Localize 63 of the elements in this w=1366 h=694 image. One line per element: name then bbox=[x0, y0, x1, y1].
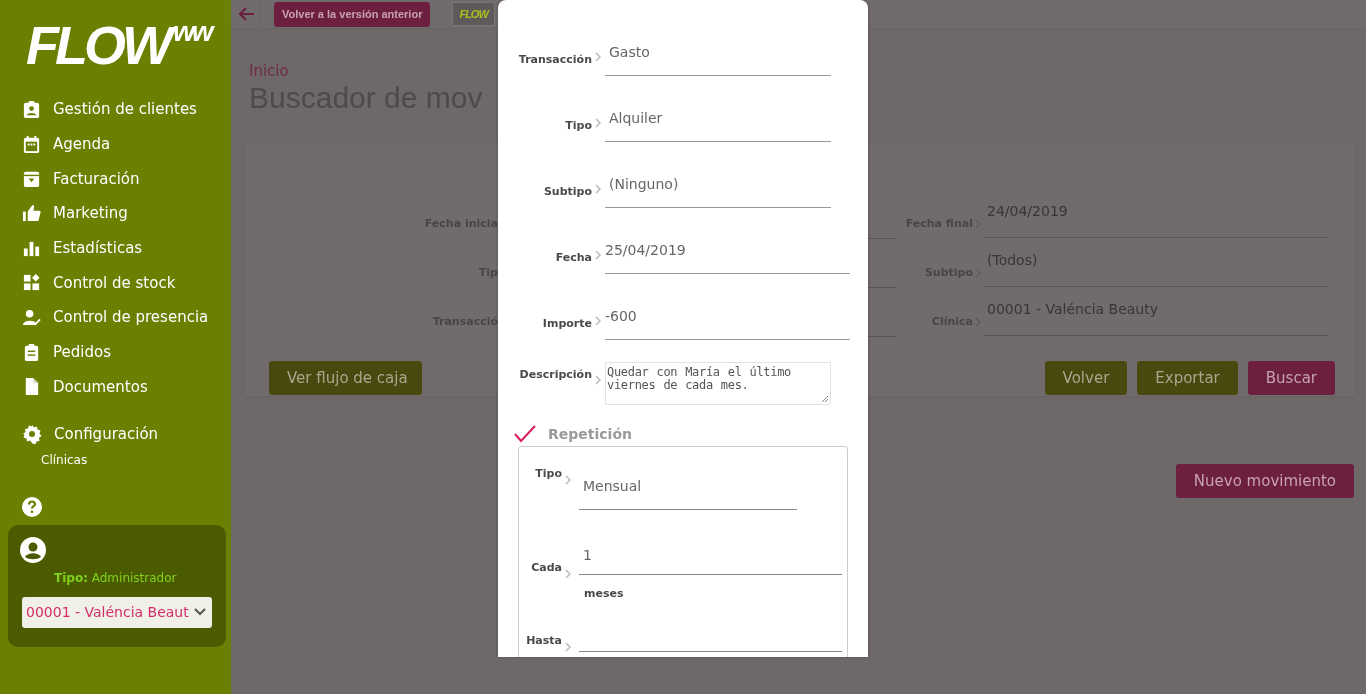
gear-icon bbox=[22, 423, 42, 444]
action-button[interactable]: Exportar bbox=[1137, 361, 1238, 395]
menu-item[interactable]: Gestión de clientes bbox=[0, 92, 231, 127]
menu-item[interactable]: Estadísticas bbox=[0, 230, 231, 266]
field-label: Subtipo bbox=[542, 185, 592, 200]
user-role: Tipo: Administrador bbox=[54, 570, 178, 585]
submenu-item[interactable]: Clínicas bbox=[0, 452, 231, 467]
chevron-down-icon bbox=[194, 608, 206, 617]
field-label: Fecha bbox=[554, 251, 592, 266]
action-button[interactable]: Ver flujo de caja bbox=[269, 361, 422, 395]
back-arrow-icon bbox=[239, 7, 255, 21]
chevron-right-icon bbox=[595, 250, 601, 260]
clipboard-icon bbox=[22, 342, 41, 362]
inbox-icon bbox=[22, 169, 41, 189]
field-label: Descripción bbox=[518, 367, 592, 381]
action-button[interactable]: Volver bbox=[1044, 361, 1128, 395]
input-field[interactable]: (Ninguno) bbox=[605, 174, 831, 208]
previous-version-button[interactable]: Volver a la versión anterior bbox=[274, 1, 431, 27]
checkbox-label: Repetición bbox=[548, 426, 632, 442]
input-field[interactable]: Gasto bbox=[605, 42, 831, 76]
input-field[interactable]: (Todos) bbox=[983, 239, 1328, 287]
user-icon bbox=[20, 536, 46, 563]
unit-label: meses bbox=[584, 587, 625, 600]
person-check-icon bbox=[22, 307, 41, 327]
action-button[interactable]: Nuevo movimiento bbox=[1175, 464, 1354, 498]
chevron-right-icon bbox=[595, 52, 601, 62]
resize-grip-icon bbox=[821, 395, 829, 403]
logo-thumbnail[interactable]: FLOW bbox=[452, 2, 495, 26]
menu-item[interactable]: Marketing bbox=[0, 196, 231, 231]
widgets-icon bbox=[22, 273, 41, 293]
menu-item[interactable]: Pedidos bbox=[0, 334, 231, 370]
field-label: Tipo bbox=[534, 466, 562, 480]
calendar-icon bbox=[22, 134, 41, 154]
menu-item[interactable]: Control de presencia bbox=[0, 300, 231, 335]
badge-icon bbox=[22, 99, 41, 119]
input-field[interactable]: 24/04/2019 bbox=[983, 190, 1328, 238]
menu-item[interactable]: Agenda bbox=[0, 126, 231, 162]
field-label: Tipo bbox=[564, 119, 592, 134]
input-field[interactable]: Mensual bbox=[579, 457, 797, 510]
chevron-right-icon bbox=[595, 118, 601, 128]
input-field[interactable]: -600 bbox=[605, 306, 850, 340]
chevron-right-icon bbox=[595, 184, 601, 194]
field-label: Cada bbox=[530, 560, 562, 574]
chevron-right-icon bbox=[565, 569, 571, 579]
help-icon bbox=[22, 496, 42, 517]
field-label: Hasta bbox=[525, 633, 562, 647]
chevron-right-icon bbox=[565, 642, 571, 652]
input-field[interactable]: 1 bbox=[579, 539, 842, 575]
checkmark-icon[interactable] bbox=[514, 425, 536, 443]
thumbs-up-icon bbox=[22, 203, 41, 223]
clinic-select[interactable]: 00001 - Valéncia Beaut bbox=[22, 596, 212, 628]
menu-item[interactable]: Documentos bbox=[0, 369, 231, 405]
chevron-right-icon bbox=[595, 316, 601, 326]
menu-item[interactable]: Configuración bbox=[0, 416, 231, 451]
input-field[interactable]: Alquiler bbox=[605, 108, 831, 142]
menu-item[interactable]: Control de stock bbox=[0, 265, 231, 301]
chevron-right-icon bbox=[595, 375, 601, 385]
field-label: Importe bbox=[541, 317, 592, 332]
action-button[interactable]: Buscar bbox=[1247, 361, 1335, 395]
menu-item[interactable]: Facturación bbox=[0, 161, 231, 197]
input-field[interactable]: 25/04/2019 bbox=[605, 240, 850, 274]
description-field[interactable]: Quedar con María el último viernes de cada mes. bbox=[605, 362, 831, 405]
chevron-right-icon bbox=[565, 475, 571, 485]
